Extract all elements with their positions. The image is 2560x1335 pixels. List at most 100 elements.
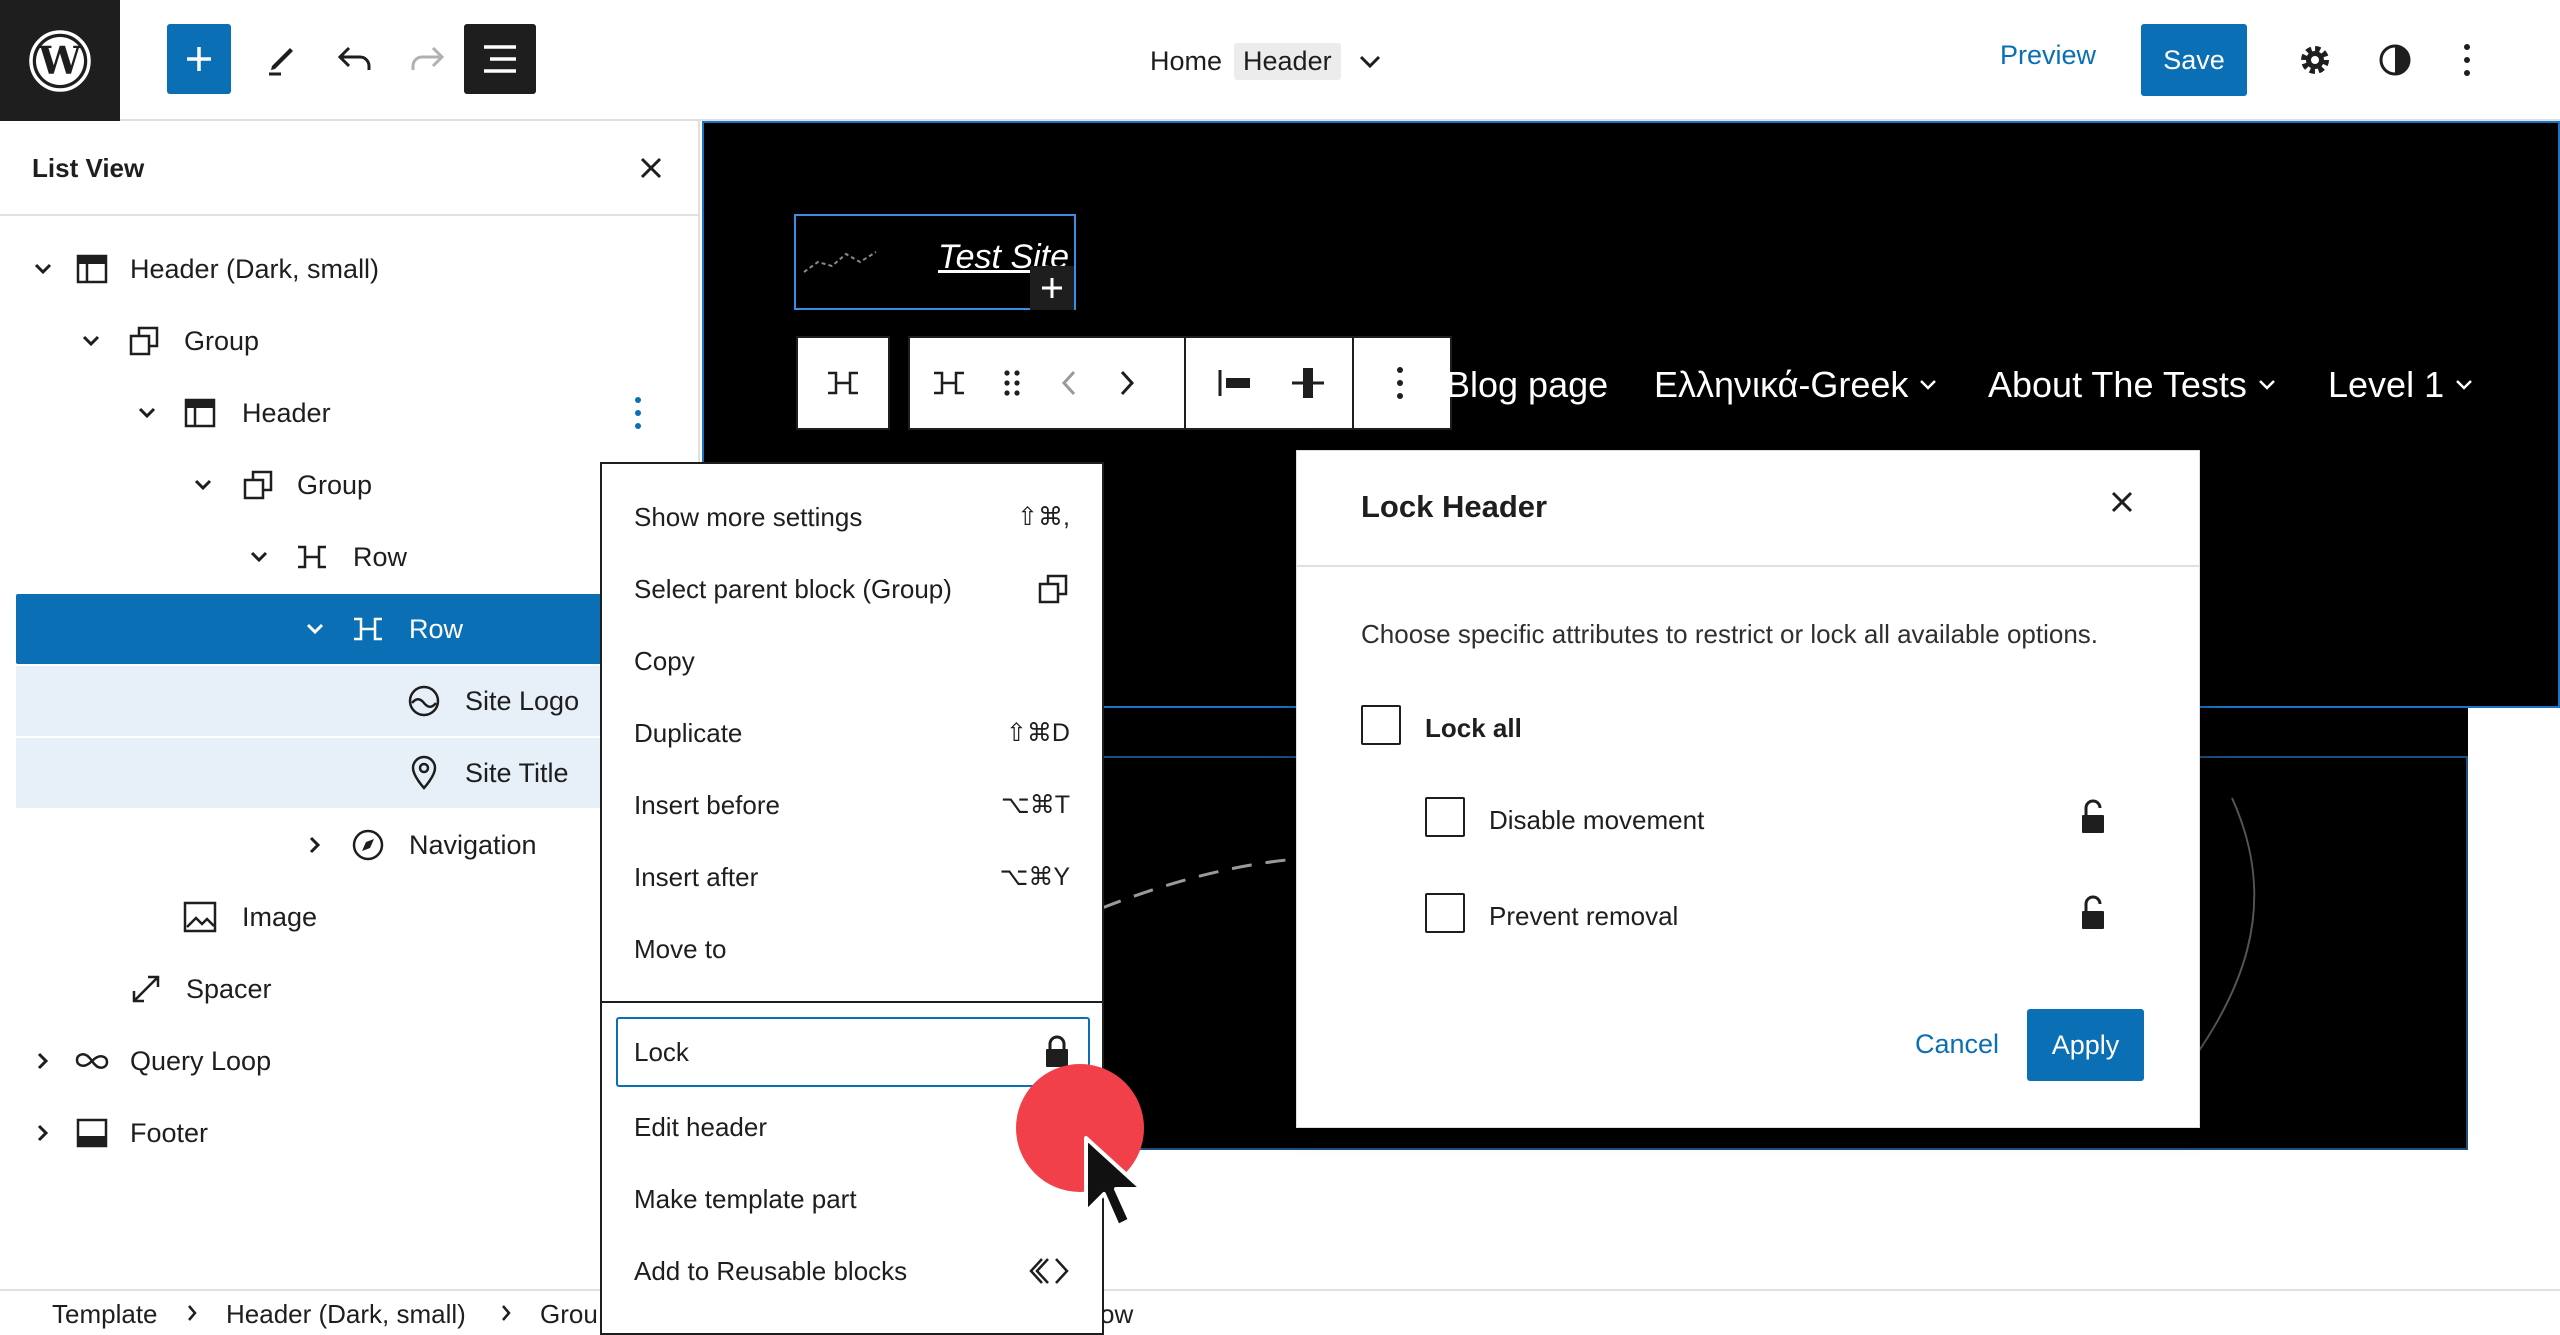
menu-item-copy[interactable]: Copy [602,626,1102,696]
chevron-right-icon [186,1303,198,1323]
menu-item-add-to-reusable[interactable]: Add to Reusable blocks [602,1236,1102,1306]
lock-all-checkbox[interactable] [1361,705,1401,745]
menu-item-make-template-part[interactable]: Make template part [602,1164,1102,1234]
image-icon [180,897,220,937]
block-options-button[interactable] [1394,365,1406,401]
cancel-button[interactable]: Cancel [1915,1029,1999,1060]
settings-button[interactable] [2290,35,2340,85]
disable-movement-checkbox[interactable] [1425,797,1465,837]
justify-left-button[interactable] [1216,368,1256,398]
modal-title: Lock Header [1361,489,1548,524]
preview-button[interactable]: Preview [2000,40,2096,71]
nav-item[interactable]: About The Tests [1988,364,2277,406]
undo-button[interactable] [323,24,387,94]
unlock-icon [2079,799,2107,835]
nav-item[interactable]: Ελληνικά-Greek [1654,364,1938,406]
template-part-icon [72,249,112,289]
prevent-removal-label: Prevent removal [1489,901,1679,931]
chevron-down-icon[interactable] [28,254,58,284]
list-item[interactable]: Header (Dark, small) [16,234,700,304]
list-item[interactable]: Row [16,522,700,592]
wordpress-logo-button[interactable]: W [0,0,120,121]
breadcrumb-item[interactable]: Header (Dark, small) [226,1299,466,1330]
menu-item-label: Insert after [634,861,759,892]
pencil-icon [269,48,293,76]
list-item[interactable]: Group [16,306,700,376]
reusable-icon [1028,1256,1070,1286]
nav-item-label: Level 1 [2328,364,2445,405]
nav-item[interactable]: Blog page [1446,364,1608,406]
document-title-dropdown[interactable]: Home Header [1150,36,1383,86]
save-button[interactable]: Save [2141,24,2247,96]
align-center-icon [1292,368,1324,398]
add-block-button[interactable] [167,24,231,94]
chevron-right-icon [1120,370,1135,396]
chevron-down-icon[interactable] [76,326,106,356]
move-right-button[interactable] [1118,368,1136,398]
block-options-button[interactable] [632,395,644,431]
chevron-down-icon [2454,378,2474,392]
breadcrumb-item[interactable]: Grou [540,1299,598,1330]
chevron-right-icon[interactable] [28,1118,58,1148]
chevron-right-icon[interactable] [28,1046,58,1076]
list-item[interactable]: Site Logo [16,666,700,736]
redo-button[interactable] [395,24,459,94]
nav-item[interactable]: Level 1 [2328,364,2474,406]
list-item[interactable]: Image [16,882,700,952]
breadcrumb-item[interactable]: ow [1100,1299,1133,1330]
drag-handle[interactable] [1002,368,1022,398]
menu-item-move-to[interactable]: Move to [602,914,1102,984]
block-type-button[interactable] [930,368,968,398]
lock-modal: Lock Header Choose specific attributes t… [1296,450,2200,1128]
menu-item-shortcut: ⇧⌘, [1017,503,1070,531]
chevron-right-icon[interactable] [300,830,330,860]
block-inserter-button[interactable] [1030,266,1074,310]
list-item[interactable]: Group [16,450,700,520]
close-icon [2111,491,2133,513]
list-item-label: Footer [130,1117,209,1148]
menu-item-insert-before[interactable]: Insert before ⌥⌘T [602,770,1102,840]
menu-item-lock[interactable]: Lock [616,1017,1090,1087]
list-item-label: Site Title [465,757,569,788]
chevron-down-icon[interactable] [132,398,162,428]
edit-tools-button[interactable] [250,24,314,94]
apply-button[interactable]: Apply [2027,1009,2144,1081]
chevron-down-icon[interactable] [188,470,218,500]
list-item[interactable]: Query Loop [16,1026,700,1096]
loop-icon [72,1041,112,1081]
list-view-toggle-button[interactable] [464,24,536,94]
styles-button[interactable] [2370,35,2420,85]
list-item-label: Row [409,613,464,644]
breadcrumb-item[interactable]: Template [52,1299,158,1330]
menu-item-show-more-settings[interactable]: Show more settings ⇧⌘, [602,482,1102,552]
close-list-view-button[interactable] [638,155,664,181]
parent-block-selector[interactable] [796,336,890,430]
modal-description: Choose specific attributes to restrict o… [1361,619,2099,649]
gear-icon [2301,46,2329,74]
menu-item-label: Add to Reusable blocks [634,1255,908,1286]
menu-item-duplicate[interactable]: Duplicate ⇧⌘D [602,698,1102,768]
more-vertical-icon [635,397,641,429]
move-left-button[interactable] [1060,368,1078,398]
close-modal-button[interactable] [2109,489,2135,515]
list-item-label: Image [242,901,318,932]
group-icon [1036,572,1070,606]
footer-icon [72,1113,112,1153]
vertical-align-button[interactable] [1288,365,1328,401]
list-item-label: Navigation [409,829,537,860]
prevent-removal-checkbox[interactable] [1425,893,1465,933]
list-item[interactable]: Header [16,378,700,448]
menu-item-insert-after[interactable]: Insert after ⌥⌘Y [602,842,1102,912]
list-item[interactable]: Spacer [16,954,700,1024]
menu-item-select-parent[interactable]: Select parent block (Group) [602,554,1102,624]
chevron-down-icon[interactable] [244,542,274,572]
options-menu-button[interactable] [2442,35,2492,85]
list-item[interactable]: Site Title [16,738,700,808]
menu-item-label: Edit header [634,1111,767,1142]
list-item[interactable]: Footer [16,1098,700,1168]
list-item-selected[interactable]: Row [16,594,700,664]
list-item[interactable]: Navigation [16,810,700,880]
chevron-down-icon[interactable] [300,614,330,644]
menu-item-label: Lock [634,1036,689,1067]
nav-item-label: About The Tests [1988,364,2247,405]
